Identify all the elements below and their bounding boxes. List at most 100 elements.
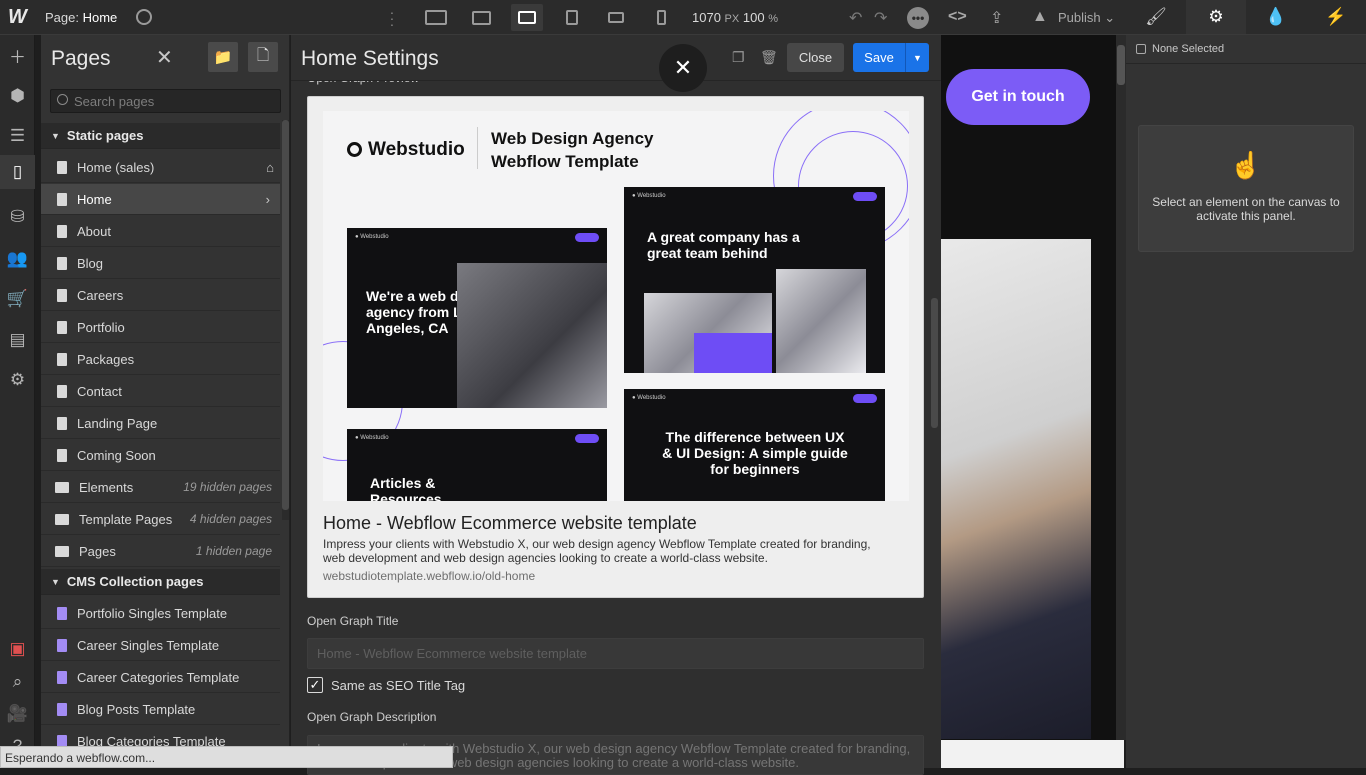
og-preview-description: Impress your clients with Webstudio X, o… (323, 537, 871, 565)
search-pages-field[interactable] (50, 89, 281, 113)
section-static-pages[interactable]: ▼ Static pages (41, 123, 280, 149)
redo-icon[interactable]: ↷ (874, 8, 887, 28)
canvas-zoom-unit: % (768, 13, 778, 25)
cms-database-icon[interactable]: ⛁ (0, 200, 35, 234)
hidden-count: 19 hidden pages (183, 480, 272, 494)
page-item-packages[interactable]: Packages (41, 344, 280, 375)
hidden-count: 1 hidden page (195, 544, 272, 558)
page-item-coming-soon[interactable]: Coming Soon (41, 440, 280, 471)
symbols-cube-icon[interactable]: ⬢ (0, 79, 35, 113)
panel-divider (1126, 63, 1366, 64)
current-page-label[interactable]: Page: Home (45, 10, 117, 25)
style-brush-icon[interactable]: 🖌 (1126, 0, 1186, 34)
breakpoint-desktop-large-icon[interactable] (420, 4, 452, 31)
page-label: Home (sales) (77, 159, 155, 175)
section-label: Static pages (66, 128, 144, 143)
cms-item-blog-posts[interactable]: Blog Posts Template (41, 694, 280, 725)
page-item-home[interactable]: Home › (41, 184, 280, 215)
get-in-touch-button[interactable]: Get in touch (946, 69, 1090, 125)
page-icon (57, 416, 67, 430)
page-item-landing-page[interactable]: Landing Page (41, 408, 280, 439)
undo-icon[interactable]: ↶ (849, 8, 862, 28)
pages-scrollbar[interactable] (282, 120, 289, 520)
breakpoint-desktop-base-icon[interactable] (511, 4, 543, 31)
page-label: Landing Page (77, 415, 158, 431)
more-options-icon[interactable]: ••• (907, 7, 929, 29)
og-preview-url: webstudiotemplate.webflow.io/old-home (323, 569, 536, 583)
cms-item-career-categories[interactable]: Career Categories Template (41, 662, 280, 693)
folder-item-elements[interactable]: Elements 19 hidden pages (41, 472, 280, 503)
code-icon[interactable]: <> (948, 8, 967, 26)
mock-button (575, 233, 599, 242)
pages-icon[interactable]: ▯ (0, 155, 35, 189)
mockup-articles: ● Webstudio Articles & Resources (347, 429, 607, 501)
chevron-down-icon: ⌄ (1104, 10, 1116, 25)
cms-item-portfolio-singles[interactable]: Portfolio Singles Template (41, 598, 280, 629)
breakpoint-mobile-portrait-icon[interactable] (645, 4, 677, 31)
folder-icon (55, 481, 69, 493)
pages-panel-header: Pages ✕ 📁 🗋 (41, 35, 290, 81)
og-title-input[interactable] (307, 638, 924, 669)
navigator-icon[interactable]: ☰ (0, 119, 35, 153)
close-button[interactable]: Close (787, 43, 844, 72)
mock-heading: Articles & Resources (370, 475, 442, 501)
project-settings-gear-icon[interactable]: ⚙ (0, 363, 35, 397)
mock-photo (457, 263, 607, 408)
brand-separator (477, 127, 478, 169)
element-settings-panel: None Selected ☝ Select an element on the… (1126, 35, 1366, 768)
page-item-portfolio[interactable]: Portfolio (41, 312, 280, 343)
settings-scrollbar[interactable] (931, 93, 938, 433)
trash-icon[interactable]: 🗑 (760, 49, 778, 66)
folder-item-template-pages[interactable]: Template Pages 4 hidden pages (41, 504, 280, 535)
share-icon[interactable]: ⇪ (990, 8, 1003, 28)
add-elements-icon[interactable]: ＋ (0, 38, 35, 72)
close-icon[interactable]: ✕ (156, 45, 173, 70)
folder-label: Pages (79, 543, 116, 559)
page-item-careers[interactable]: Careers (41, 280, 280, 311)
design-canvas[interactable]: Get in touch (941, 35, 1124, 768)
page-item-home-sales[interactable]: Home (sales) ⌂ (41, 152, 280, 183)
page-item-blog[interactable]: Blog (41, 248, 280, 279)
save-options-chevron-icon[interactable]: ▼ (905, 43, 929, 72)
new-folder-icon[interactable]: 📁 (208, 42, 238, 72)
caret-down-icon: ▼ (51, 576, 60, 587)
folder-item-pages[interactable]: Pages 1 hidden page (41, 536, 280, 567)
search-pages-input[interactable] (74, 93, 274, 110)
video-tutorials-icon[interactable]: 🎥 (0, 697, 35, 731)
same-as-seo-checkbox[interactable]: ✓ Same as SEO Title Tag (307, 677, 465, 693)
breakpoint-tablet-icon[interactable] (556, 4, 588, 31)
publish-button[interactable]: Publish ⌄ (1058, 10, 1115, 26)
page-icon (57, 160, 67, 174)
canvas-width-unit: PX (724, 13, 740, 25)
interactions-bolt-icon[interactable]: ⚡ (1306, 0, 1366, 34)
duplicate-icon[interactable]: ❐ (732, 49, 745, 66)
canvas-photo (941, 239, 1091, 739)
cms-item-career-singles[interactable]: Career Singles Template (41, 630, 280, 661)
section-cms-collection-pages[interactable]: ▼ CMS Collection pages (41, 569, 280, 595)
more-vertical-icon[interactable]: · · · (389, 5, 395, 31)
new-page-icon[interactable]: 🗋 (248, 42, 278, 72)
breakpoint-mobile-landscape-icon[interactable] (600, 4, 632, 31)
style-manager-drops-icon[interactable]: 💧 (1246, 0, 1306, 34)
canvas-scrollbar[interactable] (1116, 35, 1126, 740)
close-icon[interactable]: ✕ (659, 44, 707, 92)
mock-nav: ● Webstudio (355, 435, 389, 441)
breakpoint-desktop-medium-icon[interactable] (465, 4, 497, 31)
mockup-team: ● Webstudio A great company has a great … (624, 187, 885, 373)
checkmark-icon[interactable]: ✓ (307, 677, 323, 693)
mock-heading: A great company has a great team behind (647, 229, 800, 261)
settings-gear-icon[interactable]: ⚙ (1186, 0, 1246, 34)
page-item-about[interactable]: About (41, 216, 280, 247)
preview-eye-icon[interactable] (136, 9, 152, 25)
chevron-right-icon[interactable]: › (266, 192, 270, 207)
webflow-logo[interactable]: W (0, 0, 35, 35)
ecommerce-cart-icon[interactable]: 🛒 (0, 282, 35, 316)
page-name: Home (82, 10, 118, 25)
search-icon[interactable]: ⌕ (0, 665, 35, 699)
assets-images-icon[interactable]: ▤ (0, 323, 35, 357)
search-icon (57, 94, 68, 105)
record-icon[interactable]: ▣ (0, 632, 35, 666)
save-button[interactable]: Save (853, 43, 905, 72)
users-icon[interactable]: 👥 (0, 242, 35, 276)
page-item-contact[interactable]: Contact (41, 376, 280, 407)
